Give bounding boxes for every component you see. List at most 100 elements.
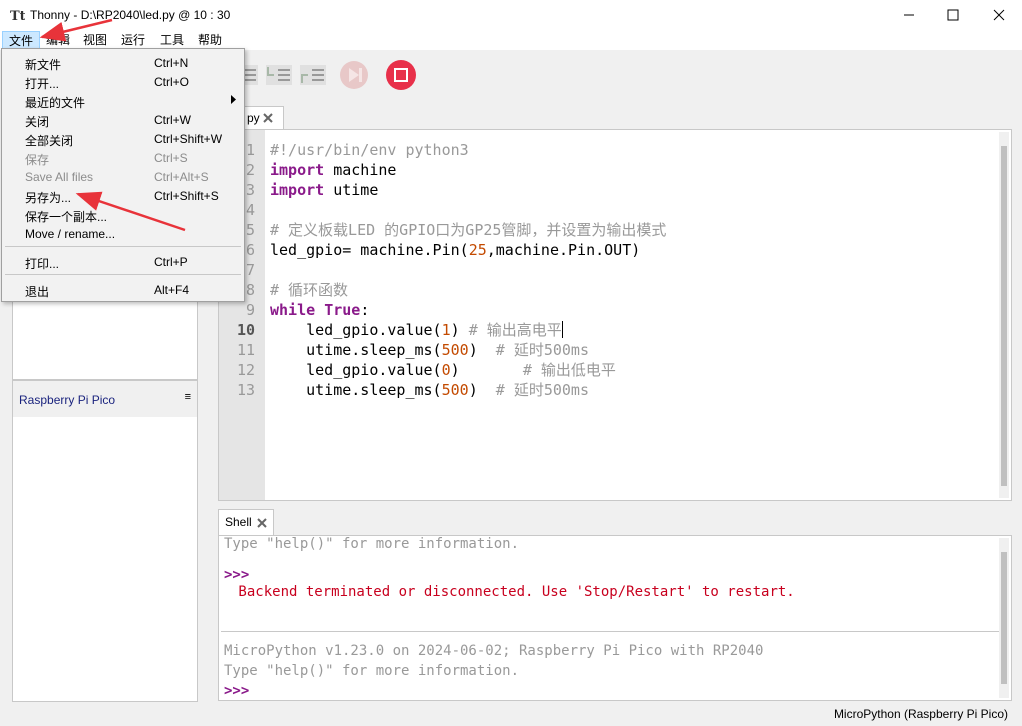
code-text: : <box>360 301 370 319</box>
file-menu-dropdown: 新文件 Ctrl+N 打开... Ctrl+O 最近的文件 关闭 Ctrl+W … <box>1 48 245 302</box>
shortcut-save: Ctrl+S <box>154 151 188 165</box>
code-comment: # 输出低电平 <box>522 361 616 379</box>
tab-close-icon[interactable] <box>257 518 267 528</box>
code-keyword: import <box>270 181 325 199</box>
line-number: 9 <box>245 301 255 319</box>
shell-error: Backend terminated or disconnected. Use … <box>230 584 795 600</box>
step-out-icon[interactable] <box>298 59 330 91</box>
code-text: utime <box>324 181 379 199</box>
code-comment: # 延时500ms <box>495 381 589 399</box>
interpreter-status[interactable]: MicroPython (Raspberry Pi Pico) <box>834 707 1008 721</box>
status-bar: MicroPython (Raspberry Pi Pico) <box>0 702 1022 726</box>
shell-scrollbar-thumb[interactable] <box>1001 552 1007 684</box>
code-line[interactable]: utime.sleep_ms(500) # 延时500ms <box>270 380 589 400</box>
code-text: led_gpio.value( <box>270 361 442 379</box>
menu-item-open[interactable]: 打开... <box>25 75 59 92</box>
line-number: 7 <box>245 261 255 279</box>
menu-item-move-rename[interactable]: Move / rename... <box>25 227 115 241</box>
maximize-button[interactable] <box>930 0 976 30</box>
tab-close-icon[interactable] <box>263 113 273 123</box>
line-number: 12 <box>236 361 255 379</box>
menu-bar: 文件 编辑 视图 运行 工具 帮助 <box>0 30 1022 50</box>
shortcut-save-as: Ctrl+Shift+S <box>154 189 219 203</box>
shell-console[interactable]: Type "help()" for more information. >>> … <box>218 535 1012 701</box>
menu-item-exit[interactable]: 退出 <box>25 283 49 300</box>
stop-icon[interactable] <box>385 59 417 91</box>
menu-icon[interactable]: ≡ <box>185 391 191 403</box>
code-comment: # 输出高电平 <box>468 321 562 339</box>
menu-item-save: 保存 <box>25 153 50 167</box>
minimize-button[interactable] <box>886 0 932 30</box>
line-number: 6 <box>245 241 255 259</box>
line-number: 3 <box>245 181 255 199</box>
code-line[interactable]: #!/usr/bin/env python3 <box>270 140 469 160</box>
code-line[interactable]: led_gpio.value(0) # 输出低电平 <box>270 360 616 380</box>
svg-text:Tt: Tt <box>10 9 25 23</box>
menu-item-recent[interactable]: 最近的文件 <box>25 94 85 111</box>
code-line[interactable]: led_gpio= machine.Pin(25,machine.Pin.OUT… <box>270 240 640 260</box>
menu-view[interactable]: 视图 <box>77 31 113 49</box>
shell-divider <box>221 631 999 632</box>
title-bar: Tt Thonny - D:\RP2040\led.py @ 10 : 30 <box>0 0 1022 30</box>
shortcut-close-all: Ctrl+Shift+W <box>154 132 223 146</box>
menu-item-close[interactable]: 关闭 <box>25 113 49 130</box>
shell-prompt: >>> <box>224 567 250 583</box>
code-text: utime.sleep_ms( <box>270 381 442 399</box>
code-line[interactable]: utime.sleep_ms(500) # 延时500ms <box>270 340 589 360</box>
code-keyword: import <box>270 161 325 179</box>
code-number: 500 <box>441 381 469 399</box>
step-into-icon[interactable] <box>264 59 296 91</box>
menu-help[interactable]: 帮助 <box>192 31 228 49</box>
shell-help-line: Type "help()" for more information. <box>224 536 520 552</box>
code-text: led_gpio= machine.Pin( <box>270 241 469 259</box>
shortcut-save-all: Ctrl+Alt+S <box>154 170 209 184</box>
tab-editor-label: py <box>247 111 260 125</box>
code-number: 1 <box>441 321 451 339</box>
menu-item-new[interactable]: 新文件 <box>25 56 61 73</box>
shell-scrollbar[interactable] <box>999 538 1009 698</box>
menu-item-close-all[interactable]: 全部关闭 <box>25 132 73 149</box>
menu-item-print[interactable]: 打印... <box>25 255 59 272</box>
menu-item-save-as[interactable]: 另存为... <box>25 189 71 206</box>
code-text: utime.sleep_ms( <box>270 341 442 359</box>
code-line[interactable]: # 定义板载LED 的GPIO口为GP25管脚，并设置为输出模式 <box>270 220 666 240</box>
resume-icon[interactable] <box>338 59 370 91</box>
editor-scrollbar[interactable] <box>999 132 1009 498</box>
menu-edit[interactable]: 编辑 <box>40 31 76 49</box>
text-caret <box>561 321 563 338</box>
menu-tools[interactable]: 工具 <box>154 31 190 49</box>
code-line[interactable]: import utime <box>270 180 378 200</box>
menu-file[interactable]: 文件 <box>2 31 41 49</box>
code-comment: # 延时500ms <box>495 341 589 359</box>
menu-item-save-all: Save All files <box>25 170 94 184</box>
code-number: 0 <box>441 361 451 379</box>
shell-prompt-current[interactable]: >>> <box>224 683 249 699</box>
line-number: 1 <box>245 141 255 159</box>
code-number: 25 <box>468 241 487 259</box>
code-line[interactable]: led_gpio.value(1) # 输出高电平 <box>270 320 563 340</box>
code-text: ) <box>450 361 523 379</box>
files-pane-device: Raspberry Pi Pico ≡ <box>12 380 198 702</box>
menu-separator <box>5 274 241 275</box>
shortcut-print: Ctrl+P <box>154 255 188 269</box>
code-line[interactable]: while True: <box>270 300 369 320</box>
tab-shell[interactable]: Shell <box>218 509 274 536</box>
line-number: 4 <box>245 201 255 219</box>
code-keyword: True <box>324 301 361 319</box>
code-line[interactable]: import machine <box>270 160 396 180</box>
line-number: 11 <box>236 341 255 359</box>
device-header[interactable]: Raspberry Pi Pico ≡ <box>13 381 197 417</box>
tab-shell-label: Shell <box>225 515 252 529</box>
files-scrollbar-lower[interactable] <box>200 380 210 702</box>
code-editor[interactable]: 1 2 3 4 5 6 7 8 9 10 11 12 13 #!/usr/bin/env python3… <box>218 129 1012 501</box>
code-line[interactable]: # 循环函数 <box>270 280 348 300</box>
shell-help-line-2: Type "help()" for more information. <box>224 663 520 679</box>
close-button[interactable] <box>976 0 1022 30</box>
code-text: ) <box>468 381 496 399</box>
editor-scrollbar-thumb[interactable] <box>1001 146 1007 486</box>
line-number: 8 <box>245 281 255 299</box>
menu-item-save-copy[interactable]: 保存一个副本... <box>25 208 107 225</box>
shell-banner: MicroPython v1.23.0 on 2024-06-02; Raspb… <box>224 643 764 659</box>
menu-run[interactable]: 运行 <box>115 31 151 49</box>
